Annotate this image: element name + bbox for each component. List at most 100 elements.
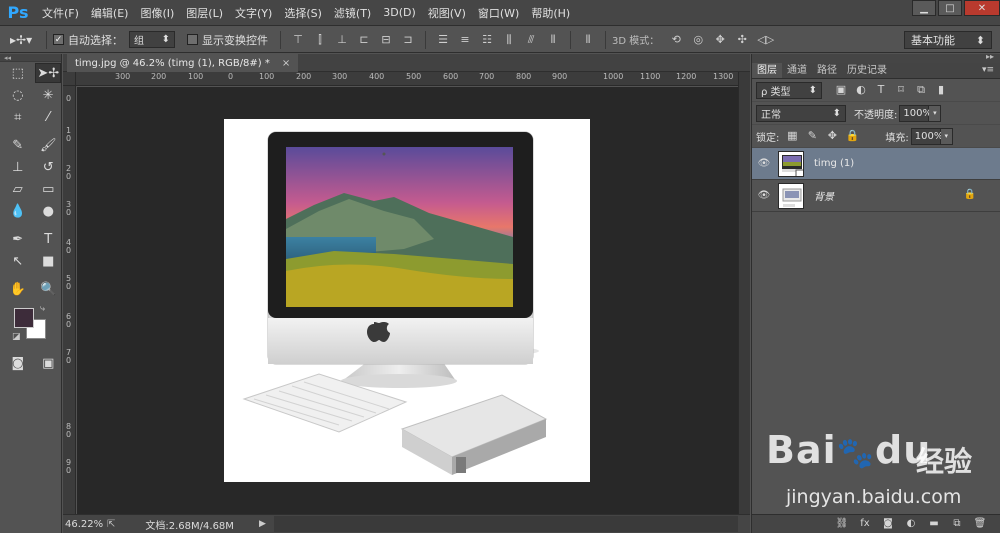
align-left-icon[interactable]: ⊏ (357, 33, 371, 46)
distribute-left-icon[interactable]: ⫼ (502, 33, 516, 46)
3d-rotate-icon[interactable]: ⟲ (669, 33, 683, 46)
swap-colors-icon[interactable]: ⤷ (40, 304, 45, 314)
healing-brush-tool-icon[interactable]: ✎ (5, 135, 31, 155)
fx-icon[interactable]: fx (858, 518, 872, 530)
panel-collapse-icon[interactable]: ◂◂ (0, 54, 61, 62)
panel-collapse-icon[interactable]: ▸▸ (986, 52, 994, 61)
menu-window[interactable]: 窗口(W) (472, 5, 525, 21)
menu-layer[interactable]: 图层(L) (180, 5, 229, 21)
adjustment-layer-icon[interactable]: ◐ (904, 518, 918, 530)
status-menu-icon[interactable]: ▶ (259, 519, 266, 529)
marquee-tool-icon[interactable]: ⬚ (5, 63, 30, 83)
horizontal-scrollbar[interactable] (274, 516, 738, 532)
eye-icon[interactable]: 👁 (752, 190, 776, 201)
auto-align-icon[interactable]: ⫴ (581, 33, 595, 46)
align-hcenter-icon[interactable]: ⊟ (379, 33, 393, 46)
ruler-vertical[interactable]: 0 1 0 2 0 3 0 4 0 5 0 6 0 7 0 8 0 9 0 (63, 86, 76, 514)
filter-adjustment-icon[interactable]: ◐ (854, 83, 868, 97)
tab-paths[interactable]: 路径 (812, 63, 842, 78)
hand-tool-icon[interactable]: ✋ (5, 279, 31, 299)
opacity-arrow-icon[interactable]: ▾ (929, 104, 942, 122)
type-tool-icon[interactable]: T (36, 229, 62, 249)
document-image[interactable] (224, 119, 590, 482)
distribute-right-icon[interactable]: ⦀ (546, 33, 560, 46)
distribute-hcenter-icon[interactable]: ⫻ (524, 33, 538, 46)
new-group-icon[interactable]: ▬ (927, 518, 941, 530)
show-transform-checkbox[interactable] (187, 34, 198, 45)
fill-arrow-icon[interactable]: ▾ (940, 127, 953, 145)
zoom-level[interactable]: 46.22% (65, 519, 103, 530)
tab-layers[interactable]: 图层 (752, 63, 782, 78)
screen-mode-icon[interactable]: ▣ (36, 353, 62, 373)
menu-edit[interactable]: 编辑(E) (85, 5, 135, 21)
opacity-input[interactable]: 100% (899, 104, 932, 122)
eyedropper-tool-icon[interactable]: ⁄ (36, 107, 62, 127)
menu-file[interactable]: 文件(F) (36, 5, 85, 21)
menu-help[interactable]: 帮助(H) (525, 5, 576, 21)
blend-mode-dropdown[interactable]: 正常 ⬍ (756, 104, 846, 122)
eraser-tool-icon[interactable]: ▱ (5, 179, 31, 199)
lasso-tool-icon[interactable]: ◌ (5, 85, 31, 105)
menu-type[interactable]: 文字(Y) (229, 5, 278, 21)
close-tab-icon[interactable]: × (282, 58, 290, 69)
align-top-icon[interactable]: ⊤ (291, 33, 305, 46)
minimize-button[interactable]: ▁ (912, 0, 936, 16)
align-right-icon[interactable]: ⊐ (401, 33, 415, 46)
filter-pixel-icon[interactable]: ▣ (834, 83, 848, 97)
add-mask-icon[interactable]: ◙ (881, 518, 895, 530)
path-selection-tool-icon[interactable]: ↖ (5, 251, 31, 271)
tab-history[interactable]: 历史记录 (842, 63, 892, 78)
document-tab[interactable]: timg.jpg @ 46.2% (timg (1), RGB/8#) * × (67, 54, 299, 72)
new-layer-icon[interactable]: ⧉ (950, 518, 964, 530)
brush-tool-icon[interactable]: 🖌 (36, 135, 62, 155)
eye-icon[interactable]: 👁 (752, 158, 776, 169)
gradient-tool-icon[interactable]: ▭ (36, 179, 62, 199)
dodge-tool-icon[interactable]: ● (36, 201, 62, 221)
align-vcenter-icon[interactable]: ⫿ (313, 33, 327, 46)
auto-select-dropdown[interactable]: 组 ⬍ (129, 31, 175, 48)
menu-filter[interactable]: 滤镜(T) (328, 5, 377, 21)
distribute-bottom-icon[interactable]: ☷ (480, 33, 494, 46)
foreground-color-swatch[interactable] (14, 308, 34, 328)
vertical-scrollbar[interactable] (738, 72, 750, 514)
link-layers-icon[interactable]: ⛓ (835, 518, 849, 530)
layer-item[interactable]: 👁 timg (1) (752, 148, 1000, 180)
lock-position-icon[interactable]: ✥ (825, 129, 839, 143)
default-colors-icon[interactable]: ◪ (12, 332, 21, 342)
auto-select-checkbox[interactable]: ✓ (53, 34, 64, 45)
delete-layer-icon[interactable]: 🗑 (973, 518, 987, 530)
filter-smart-object-icon[interactable]: ⧉ (914, 83, 928, 97)
close-button[interactable]: ✕ (964, 0, 1000, 16)
filter-shape-icon[interactable]: ⌑ (894, 83, 908, 97)
menu-image[interactable]: 图像(I) (134, 5, 180, 21)
menu-3d[interactable]: 3D(D) (377, 6, 422, 19)
lock-pixels-icon[interactable]: ✎ (805, 129, 819, 143)
rectangle-tool-icon[interactable]: ■ (36, 251, 62, 271)
quick-mask-icon[interactable]: ◙ (5, 353, 31, 373)
lock-transparent-icon[interactable]: ▦ (785, 129, 799, 143)
3d-pan-icon[interactable]: ✥ (713, 33, 727, 46)
align-bottom-icon[interactable]: ⊥ (335, 33, 349, 46)
lock-all-icon[interactable]: 🔒 (845, 129, 860, 143)
move-tool-preset-icon[interactable]: ▸✢▾ (10, 33, 40, 47)
ruler-horizontal[interactable]: 300 200 100 0 100 200 300 400 500 600 70… (76, 72, 738, 86)
stamp-tool-icon[interactable]: ⊥ (5, 157, 31, 177)
fill-input[interactable]: 100% (910, 127, 943, 145)
blur-tool-icon[interactable]: 💧 (5, 201, 31, 221)
pen-tool-icon[interactable]: ✒ (5, 229, 31, 249)
3d-slide-icon[interactable]: ✣ (735, 33, 749, 46)
tab-channels[interactable]: 通道 (782, 63, 812, 78)
filter-toggle-icon[interactable]: ▮ (934, 83, 948, 97)
zoom-tool-icon[interactable]: 🔍 (36, 279, 62, 299)
crop-tool-icon[interactable]: ⌗ (5, 107, 31, 127)
menu-select[interactable]: 选择(S) (278, 5, 328, 21)
move-tool-icon[interactable]: ➤✢ (35, 63, 61, 83)
distribute-top-icon[interactable]: ☰ (436, 33, 450, 46)
history-brush-tool-icon[interactable]: ↺ (36, 157, 62, 177)
restore-button[interactable]: □ (938, 0, 962, 16)
workspace-dropdown[interactable]: 基本功能 ⬍ (904, 31, 992, 49)
menu-view[interactable]: 视图(V) (422, 5, 472, 21)
3d-scale-icon[interactable]: ◁▷ (757, 33, 774, 46)
magic-wand-tool-icon[interactable]: ✳ (36, 85, 62, 105)
3d-roll-icon[interactable]: ◎ (691, 33, 705, 46)
